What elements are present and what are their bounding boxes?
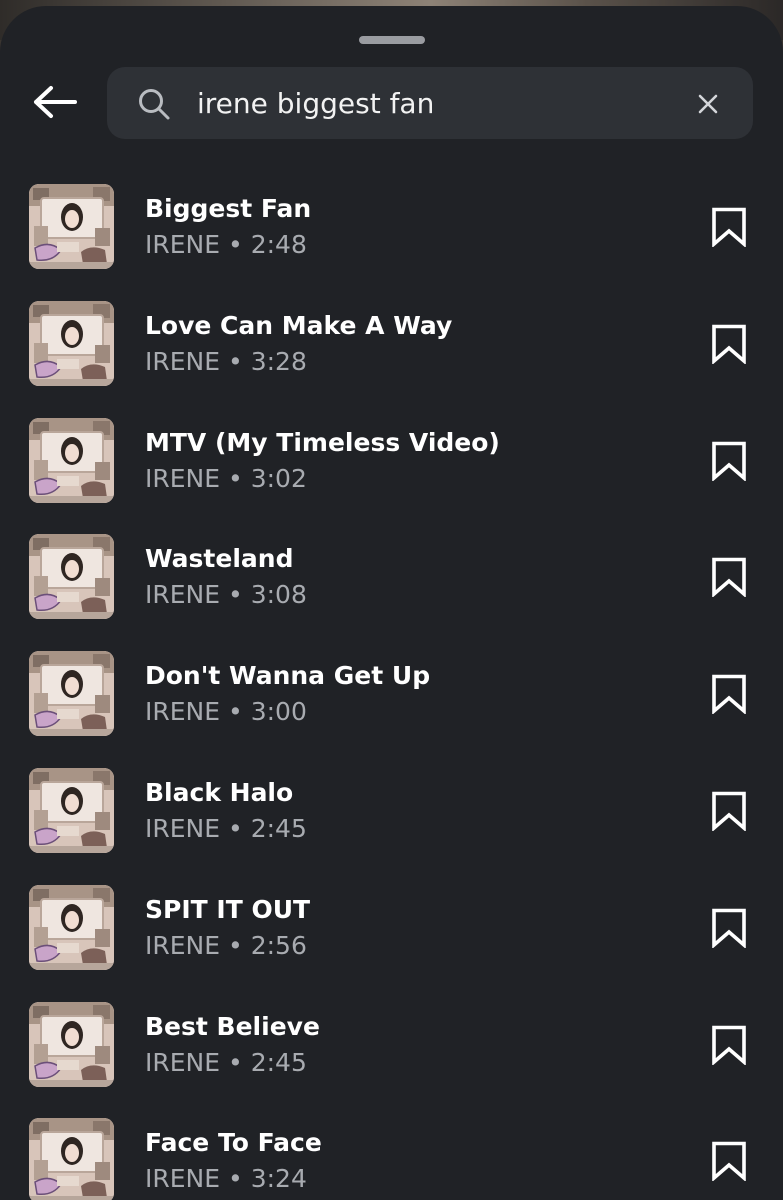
search-result-row[interactable]: Biggest Fan IRENE • 2:48	[0, 178, 783, 295]
track-artist: IRENE	[145, 697, 221, 727]
music-search-sheet: Biggest Fan IRENE • 2:48	[0, 6, 783, 1200]
search-result-row[interactable]: Face To Face IRENE • 3:24	[0, 1112, 783, 1200]
track-duration: 2:48	[250, 230, 307, 259]
search-result-row[interactable]: Black Halo IRENE • 2:45	[0, 762, 783, 879]
track-meta: IRENE • 2:45	[145, 1048, 307, 1077]
track-artist: IRENE	[145, 1164, 221, 1194]
bookmark-icon	[712, 1142, 746, 1182]
album-cover	[29, 767, 114, 853]
save-track-button[interactable]	[705, 787, 753, 835]
track-artist: IRENE	[145, 463, 221, 493]
back-button[interactable]	[26, 78, 82, 126]
track-meta: IRENE • 2:56	[145, 931, 307, 960]
meta-separator: •	[228, 697, 243, 727]
meta-separator: •	[228, 580, 243, 610]
search-result-row[interactable]: Don't Wanna Get Up IRENE • 3:00	[0, 645, 783, 762]
save-track-button[interactable]	[705, 904, 753, 952]
save-track-button[interactable]	[705, 1137, 753, 1185]
track-duration: 3:08	[250, 580, 307, 610]
track-meta: IRENE • 3:28	[145, 347, 307, 376]
bookmark-icon	[712, 674, 746, 715]
track-artist: IRENE	[145, 930, 221, 960]
bookmark-icon	[712, 441, 746, 481]
track-meta: IRENE • 2:48	[145, 230, 307, 259]
album-cover	[29, 417, 114, 503]
close-icon	[698, 94, 718, 114]
track-meta: IRENE • 3:08	[145, 580, 307, 609]
meta-separator: •	[228, 230, 243, 259]
track-meta: IRENE • 3:24	[145, 1164, 307, 1193]
bookmark-icon	[712, 1025, 746, 1065]
track-artist: IRENE	[145, 346, 221, 376]
search-result-row[interactable]: Best Believe IRENE • 2:45	[0, 996, 783, 1113]
album-cover	[29, 534, 114, 620]
track-meta: IRENE • 2:45	[145, 814, 307, 843]
meta-separator: •	[228, 1047, 243, 1077]
track-title: Wasteland	[145, 544, 294, 574]
track-artist: IRENE	[145, 230, 221, 259]
album-cover	[29, 184, 114, 269]
search-bar	[107, 67, 753, 139]
track-title: MTV (My Timeless Video)	[145, 427, 500, 457]
track-duration: 3:00	[250, 697, 307, 727]
album-cover	[29, 300, 114, 386]
search-result-row[interactable]: Wasteland IRENE • 3:08	[0, 528, 783, 645]
search-result-row[interactable]: SPIT IT OUT IRENE • 2:56	[0, 879, 783, 996]
meta-separator: •	[228, 813, 243, 843]
track-title: Best Believe	[145, 1011, 320, 1041]
meta-separator: •	[228, 346, 243, 376]
save-track-button[interactable]	[705, 1021, 753, 1069]
bookmark-icon	[712, 558, 746, 598]
search-result-row[interactable]: Love Can Make A Way IRENE • 3:28	[0, 295, 783, 412]
bookmark-icon	[712, 791, 746, 831]
meta-separator: •	[228, 930, 243, 960]
search-icon	[139, 89, 170, 120]
bookmark-icon	[712, 324, 746, 364]
arrow-left-icon	[34, 86, 77, 118]
bookmark-icon	[712, 908, 746, 948]
track-artist: IRENE	[145, 580, 221, 610]
track-artist: IRENE	[145, 813, 221, 843]
save-track-button[interactable]	[705, 670, 753, 718]
album-cover	[29, 884, 114, 970]
clear-search-button[interactable]	[693, 89, 723, 119]
track-meta: IRENE • 3:00	[145, 697, 307, 726]
track-title: SPIT IT OUT	[145, 894, 311, 924]
save-track-button[interactable]	[705, 203, 753, 251]
track-title: Biggest Fan	[145, 194, 312, 223]
album-cover	[29, 1118, 114, 1200]
track-duration: 2:45	[250, 1047, 307, 1077]
meta-separator: •	[228, 1164, 243, 1194]
track-duration: 2:56	[250, 930, 307, 960]
save-track-button[interactable]	[705, 553, 753, 601]
track-title: Face To Face	[145, 1128, 322, 1158]
search-result-row[interactable]: MTV (My Timeless Video) IRENE • 3:02	[0, 412, 783, 529]
album-cover	[29, 651, 114, 737]
track-duration: 3:28	[250, 346, 307, 376]
track-duration: 3:02	[250, 463, 307, 493]
meta-separator: •	[228, 463, 243, 493]
album-cover	[29, 1001, 114, 1087]
track-title: Love Can Make A Way	[145, 310, 453, 340]
bookmark-icon	[712, 207, 746, 247]
track-title: Black Halo	[145, 777, 294, 807]
drag-handle[interactable]	[359, 36, 425, 44]
track-duration: 3:24	[250, 1164, 307, 1194]
save-track-button[interactable]	[705, 320, 753, 368]
save-track-button[interactable]	[705, 437, 753, 485]
track-meta: IRENE • 3:02	[145, 464, 307, 493]
search-results-list: Biggest Fan IRENE • 2:48 Love Can Make A…	[0, 178, 783, 1200]
track-artist: IRENE	[145, 1047, 221, 1077]
track-duration: 2:45	[250, 813, 307, 843]
track-title: Don't Wanna Get Up	[145, 661, 431, 691]
search-input[interactable]	[197, 81, 667, 125]
